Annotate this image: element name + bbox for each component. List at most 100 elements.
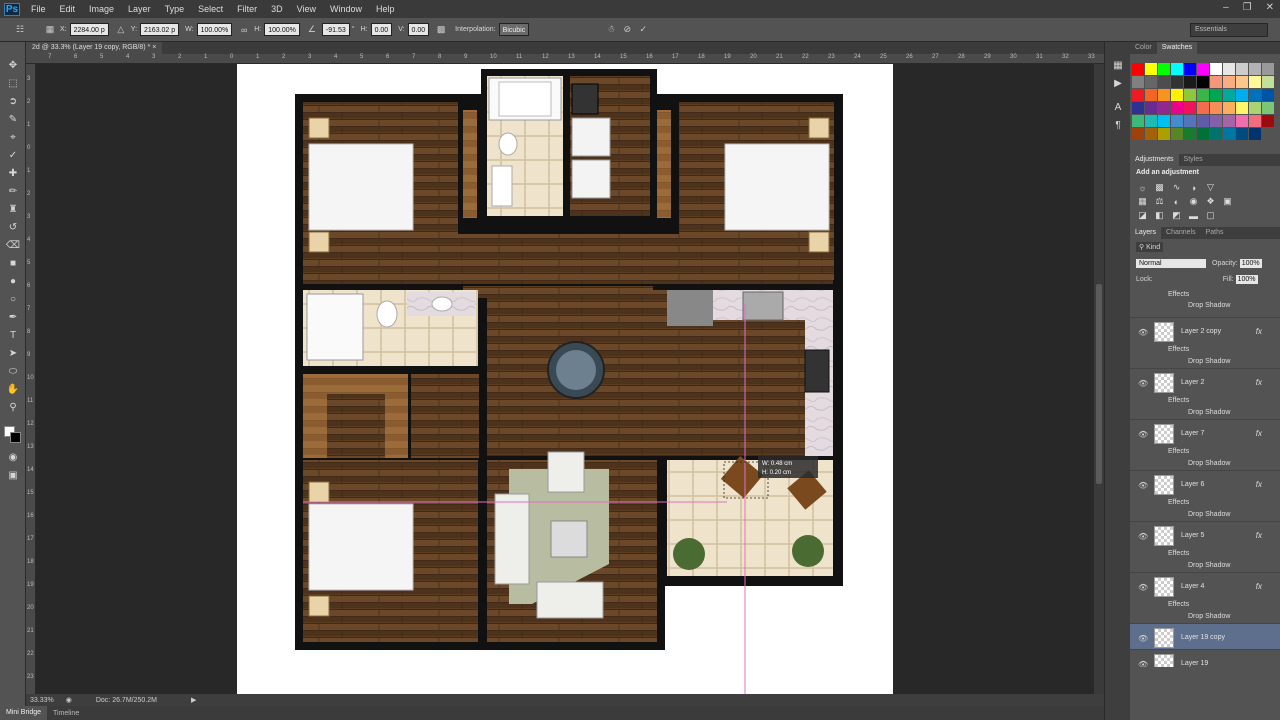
paragraph-panel-icon[interactable]: ¶: [1105, 116, 1131, 134]
reference-point-icon[interactable]: ▦: [44, 24, 56, 36]
menu-help[interactable]: Help: [369, 0, 402, 18]
menu-edit[interactable]: Edit: [53, 0, 83, 18]
visibility-eye-icon[interactable]: 👁: [1138, 660, 1148, 667]
quick-mask-icon[interactable]: ◉: [0, 448, 26, 466]
fx-icon[interactable]: fx: [1256, 582, 1262, 591]
layer-name[interactable]: Layer 4: [1181, 583, 1204, 590]
swatch[interactable]: [1249, 63, 1261, 75]
stamp-tool-icon[interactable]: ♜: [0, 200, 26, 218]
visibility-eye-icon[interactable]: 👁: [1138, 532, 1148, 541]
swatch[interactable]: [1236, 115, 1248, 127]
swatch[interactable]: [1236, 63, 1248, 75]
x-field[interactable]: 2284.00 p: [69, 23, 109, 36]
background-color[interactable]: [10, 432, 21, 443]
blur-tool-icon[interactable]: ●: [0, 272, 26, 290]
eyedropper-tool-icon[interactable]: ✓: [0, 146, 26, 164]
swatch[interactable]: [1158, 102, 1170, 114]
healing-tool-icon[interactable]: ✚: [0, 164, 26, 182]
layer-name[interactable]: Layer 2 copy: [1181, 328, 1221, 335]
link-icon[interactable]: ∞: [238, 24, 250, 36]
posterize-icon[interactable]: ◧: [1153, 210, 1166, 221]
swatch[interactable]: [1210, 63, 1222, 75]
swatch[interactable]: [1171, 102, 1183, 114]
tab-styles[interactable]: Styles: [1179, 154, 1208, 166]
visibility-eye-icon[interactable]: 👁: [1138, 430, 1148, 439]
menu-select[interactable]: Select: [191, 0, 230, 18]
color-balance-icon[interactable]: ⚖: [1153, 196, 1166, 207]
selective-color-icon[interactable]: ▢: [1204, 210, 1217, 221]
swatch[interactable]: [1132, 115, 1144, 127]
brightness-icon[interactable]: ☼: [1136, 182, 1149, 193]
swatch[interactable]: [1236, 102, 1248, 114]
h-field[interactable]: 100.00%: [264, 23, 300, 36]
w-field[interactable]: 100.00%: [196, 23, 233, 36]
quick-select-tool-icon[interactable]: ✎: [0, 110, 26, 128]
swatch[interactable]: [1223, 102, 1235, 114]
swatch[interactable]: [1262, 89, 1274, 101]
levels-icon[interactable]: ▩: [1153, 182, 1166, 193]
layer-row[interactable]: 👁 Layer 2 copy fx Effects Drop Shadow: [1130, 318, 1280, 369]
tab-timeline[interactable]: Timeline: [47, 710, 85, 717]
swatch[interactable]: [1197, 89, 1209, 101]
channel-mixer-icon[interactable]: ❖: [1204, 196, 1217, 207]
swatch[interactable]: [1184, 89, 1196, 101]
menu-image[interactable]: Image: [82, 0, 121, 18]
swatch[interactable]: [1223, 63, 1235, 75]
swatch[interactable]: [1132, 102, 1144, 114]
swatch[interactable]: [1145, 63, 1157, 75]
layer-row[interactable]: 👁 Layer 19 copy: [1130, 624, 1280, 650]
invert-icon[interactable]: ◪: [1136, 210, 1149, 221]
swatch[interactable]: [1197, 102, 1209, 114]
document-tab[interactable]: 2d @ 33.3% (Layer 19 copy, RGB/8) * ×: [26, 42, 163, 54]
screen-mode-icon[interactable]: ▣: [0, 466, 26, 484]
vertical-ruler[interactable]: 3 2 1 0 1 2 3 4 5 6 7 8 9 10 11 12 13 14 15 16 17 18 19 20 21 22 2…: [26, 64, 36, 703]
status-menu-arrow-icon[interactable]: ▶: [191, 696, 196, 704]
menu-file[interactable]: File: [24, 0, 53, 18]
swatch[interactable]: [1158, 76, 1170, 88]
menu-type[interactable]: Type: [158, 0, 192, 18]
swatch[interactable]: [1132, 76, 1144, 88]
swatch[interactable]: [1171, 115, 1183, 127]
crop-tool-icon[interactable]: ⌖: [0, 128, 26, 146]
history-brush-icon[interactable]: ↺: [0, 218, 26, 236]
path-select-tool-icon[interactable]: ➤: [0, 344, 26, 362]
history-panel-icon[interactable]: ▦: [1105, 56, 1131, 74]
layer-row[interactable]: 👁 Layer 5 fx Effects Drop Shadow: [1130, 522, 1280, 573]
layer-name[interactable]: Layer 2: [1181, 379, 1204, 386]
swatch[interactable]: [1236, 128, 1248, 140]
visibility-eye-icon[interactable]: 👁: [1138, 481, 1148, 490]
swatch[interactable]: [1184, 115, 1196, 127]
zoom-tool-icon[interactable]: ⚲: [0, 398, 26, 416]
menu-window[interactable]: Window: [323, 0, 369, 18]
workspace-select[interactable]: Essentials: [1190, 23, 1268, 37]
puppet-warp-icon[interactable]: ☃: [605, 24, 617, 36]
gradient-map-icon[interactable]: ▬: [1187, 210, 1200, 221]
horizontal-ruler[interactable]: 7 6 5 4 3 2 1 0 1 2 3 4 5 6 7 8 9 10 11 12 13 14 15 16 17 18 19 20 2…: [26, 54, 1121, 64]
dodge-tool-icon[interactable]: ○: [0, 290, 26, 308]
eraser-tool-icon[interactable]: ⌫: [0, 236, 26, 254]
swatch[interactable]: [1249, 128, 1261, 140]
swatch[interactable]: [1223, 128, 1235, 140]
color-swatches[interactable]: [0, 426, 25, 448]
layer-row[interactable]: 👁 Layer 7 fx Effects Drop Shadow: [1130, 420, 1280, 471]
swatch[interactable]: [1223, 89, 1235, 101]
visibility-eye-icon[interactable]: 👁: [1138, 583, 1148, 592]
swatch[interactable]: [1171, 76, 1183, 88]
layer-name[interactable]: Layer 19: [1181, 660, 1208, 667]
blend-mode-select[interactable]: Normal: [1136, 258, 1206, 268]
close-icon[interactable]: ✕: [1266, 2, 1274, 13]
visibility-eye-icon[interactable]: 👁: [1138, 379, 1148, 388]
fx-icon[interactable]: fx: [1256, 429, 1262, 438]
interpolation-select[interactable]: Bicubic: [498, 23, 530, 36]
swatch[interactable]: [1158, 89, 1170, 101]
swatch[interactable]: [1197, 63, 1209, 75]
layer-row[interactable]: 👁 Layer 6 fx Effects Drop Shadow: [1130, 471, 1280, 522]
swatch[interactable]: [1236, 89, 1248, 101]
tab-adjustments[interactable]: Adjustments: [1130, 154, 1179, 166]
swatch[interactable]: [1184, 63, 1196, 75]
swatch[interactable]: [1210, 76, 1222, 88]
type-tool-icon[interactable]: T: [0, 326, 26, 344]
swatch[interactable]: [1145, 115, 1157, 127]
swatch[interactable]: [1171, 63, 1183, 75]
swatch[interactable]: [1171, 128, 1183, 140]
